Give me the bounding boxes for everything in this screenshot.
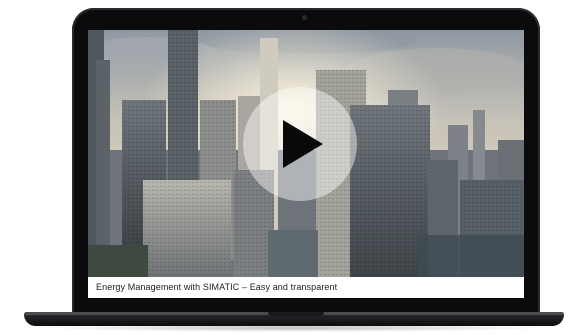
play-button[interactable] xyxy=(243,87,357,201)
video-caption: Energy Management with SIMATIC – Easy an… xyxy=(96,282,338,292)
product-visual: Energy Management with SIMATIC – Easy an… xyxy=(0,0,583,335)
video-caption-bar: Energy Management with SIMATIC – Easy an… xyxy=(88,277,524,298)
video-player[interactable]: Energy Management with SIMATIC – Easy an… xyxy=(88,30,524,298)
laptop-opening-notch xyxy=(268,312,324,317)
webcam xyxy=(302,15,307,20)
play-icon xyxy=(283,120,323,168)
